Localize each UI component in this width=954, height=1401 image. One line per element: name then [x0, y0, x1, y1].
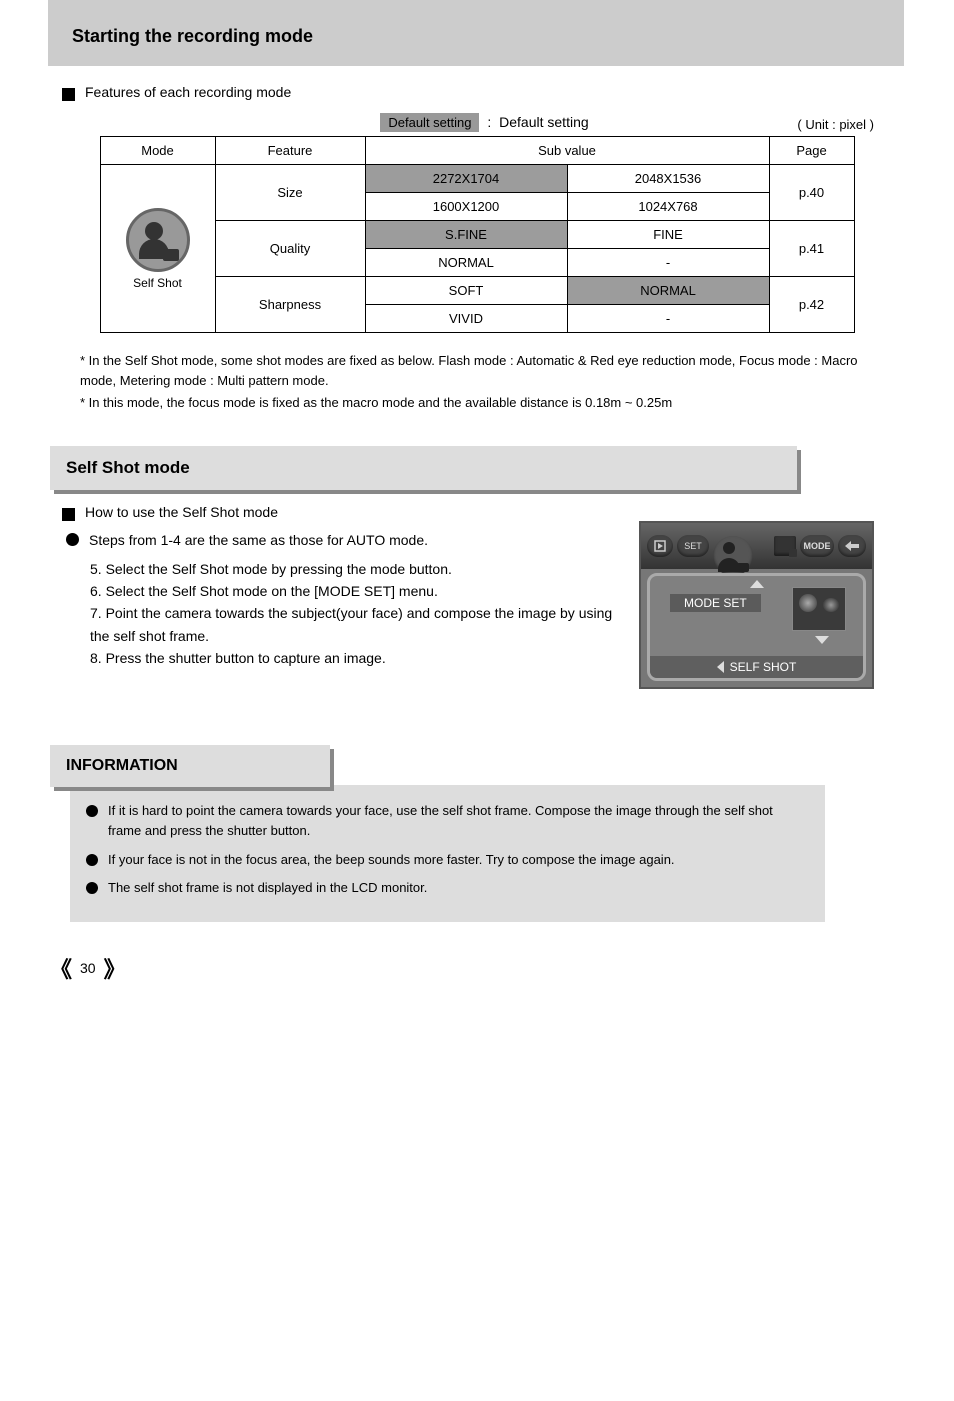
- square-bullet-icon: [62, 88, 75, 101]
- info-3: The self shot frame is not displayed in …: [108, 878, 809, 898]
- size-b: 2048X1536: [567, 165, 769, 193]
- feature-quality: Quality: [215, 221, 365, 277]
- th-subvalue: Sub value: [365, 137, 769, 165]
- table-footnote: * In the Self Shot mode, some shot modes…: [80, 351, 874, 391]
- square-bullet-icon: [62, 508, 75, 521]
- quality-d: -: [567, 249, 769, 277]
- circle-bullet-icon: [66, 533, 79, 546]
- feature-table: Mode Feature Sub value Page Self Shot Si…: [100, 136, 855, 333]
- lcd-mode-set-label: MODE SET: [670, 594, 761, 612]
- howto-text: How to use the Self Shot mode: [85, 504, 278, 520]
- back-icon: [838, 535, 866, 557]
- th-page: Page: [769, 137, 854, 165]
- manual-capture-icon: [774, 536, 796, 556]
- lcd-screenshot: SET MODE MODE SET SELF SHOT: [639, 521, 874, 689]
- asterisk-note: * In this mode, the focus mode is fixed …: [80, 395, 874, 410]
- size-d: 1024X768: [567, 193, 769, 221]
- page-title: Starting the recording mode: [48, 0, 904, 47]
- page-size: p.40: [769, 165, 854, 221]
- selfshot-selected-icon: [713, 536, 753, 576]
- page-sharp: p.42: [769, 277, 854, 333]
- intro-text: Features of each recording mode: [85, 84, 291, 100]
- quality-c: NORMAL: [365, 249, 567, 277]
- arrow-down-icon: [815, 636, 829, 644]
- sharp-d: -: [567, 305, 769, 333]
- page-quality: p.41: [769, 221, 854, 277]
- play-icon: [647, 535, 673, 557]
- quality-a: S.FINE: [365, 221, 567, 249]
- section-selfshot-title: Self Shot mode: [50, 446, 797, 490]
- circle-bullet-icon: [86, 882, 98, 894]
- arrow-up-icon: [750, 580, 764, 588]
- mode-label: Self Shot: [107, 276, 209, 290]
- default-setting-chip: Default setting: [380, 113, 479, 132]
- sharp-a: SOFT: [365, 277, 567, 305]
- sharp-c: VIVID: [365, 305, 567, 333]
- units-label: ( Unit : pixel ): [734, 117, 874, 132]
- default-setting-label: Default setting: [499, 114, 589, 130]
- angle-right-icon: 》: [104, 952, 126, 984]
- circle-bullet-icon: [86, 805, 98, 817]
- circle-bullet-icon: [86, 854, 98, 866]
- same-steps-note: Steps from 1-4 are the same as those for…: [89, 529, 627, 551]
- info-1: If it is hard to point the camera toward…: [108, 801, 809, 841]
- section-info-title: INFORMATION: [50, 745, 330, 787]
- arrow-left-icon: [717, 661, 724, 673]
- lcd-preview-thumb: [793, 588, 845, 630]
- th-feature: Feature: [215, 137, 365, 165]
- size-c: 1600X1200: [365, 193, 567, 221]
- page-number: 30: [80, 960, 96, 976]
- angle-left-icon: 《: [50, 952, 72, 984]
- feature-size: Size: [215, 165, 365, 221]
- sharp-b: NORMAL: [567, 277, 769, 305]
- feature-sharp: Sharpness: [215, 277, 365, 333]
- mode-cell: Self Shot: [100, 165, 215, 333]
- page-footer: 《 30 》: [50, 952, 904, 984]
- mode-icon: MODE: [800, 535, 834, 557]
- set-icon: SET: [677, 535, 709, 557]
- page-header: Starting the recording mode: [48, 0, 904, 66]
- information-block: If it is hard to point the camera toward…: [70, 785, 825, 922]
- lcd-footer-text: SELF SHOT: [730, 660, 797, 674]
- selfshot-icon: [126, 208, 190, 272]
- th-mode: Mode: [100, 137, 215, 165]
- size-a: 2272X1704: [365, 165, 567, 193]
- quality-b: FINE: [567, 221, 769, 249]
- info-2: If your face is not in the focus area, t…: [108, 850, 809, 870]
